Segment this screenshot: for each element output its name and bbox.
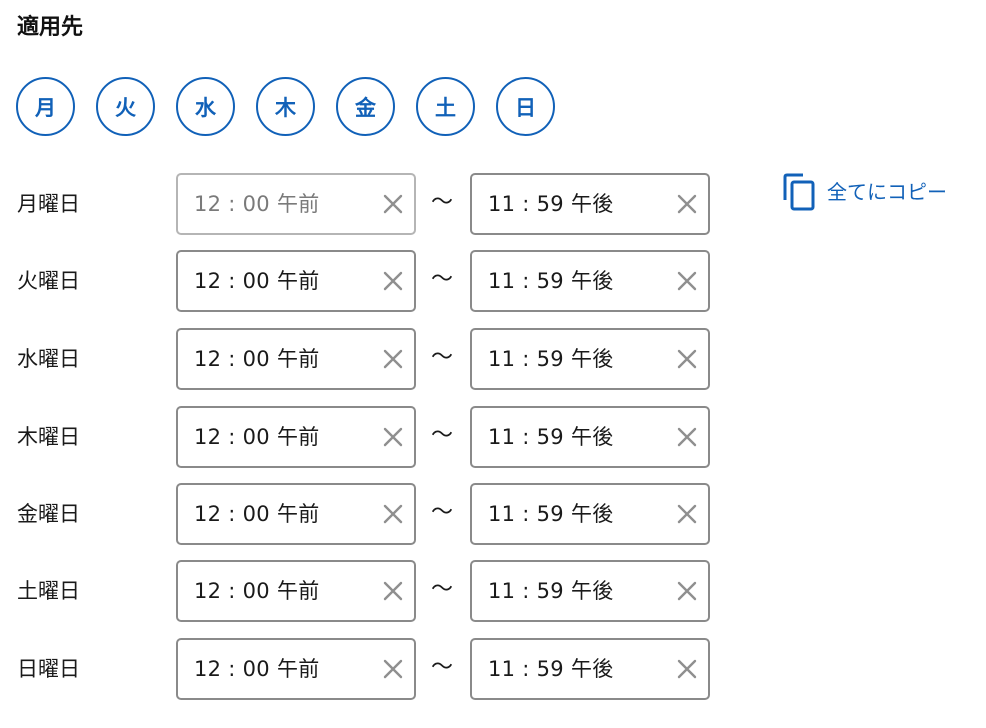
end-time-field[interactable]: 11 : 59 午後	[470, 173, 710, 235]
range-separator: 〜	[431, 423, 454, 448]
schedule-row-wed: 水曜日 12 : 00 午前 〜 11 : 59 午後	[0, 328, 986, 390]
clear-icon[interactable]	[674, 501, 700, 527]
start-time-field[interactable]: 12 : 00 午前	[176, 250, 416, 312]
clear-icon[interactable]	[674, 346, 700, 372]
start-time-field[interactable]: 12 : 00 午前	[176, 483, 416, 545]
day-label: 月曜日	[17, 192, 80, 216]
end-time-value: 11 : 59 午後	[488, 425, 614, 449]
start-time-field[interactable]: 12 : 00 午前	[176, 406, 416, 468]
clear-icon[interactable]	[674, 191, 700, 217]
day-button-sun[interactable]: 日	[496, 77, 555, 136]
range-separator: 〜	[431, 190, 454, 215]
start-time-value: 12 : 00 午前	[194, 502, 320, 526]
schedule-row-sun: 日曜日 12 : 00 午前 〜 11 : 59 午後	[0, 638, 986, 700]
schedule-row-sat: 土曜日 12 : 00 午前 〜 11 : 59 午後	[0, 560, 986, 622]
start-time-value: 12 : 00 午前	[194, 579, 320, 603]
day-label: 金曜日	[17, 502, 80, 526]
end-time-field[interactable]: 11 : 59 午後	[470, 560, 710, 622]
start-time-field[interactable]: 12 : 00 午前	[176, 173, 416, 235]
clear-icon[interactable]	[674, 268, 700, 294]
range-separator: 〜	[431, 577, 454, 602]
end-time-field[interactable]: 11 : 59 午後	[470, 638, 710, 700]
clear-icon[interactable]	[380, 268, 406, 294]
start-time-field[interactable]: 12 : 00 午前	[176, 328, 416, 390]
range-separator: 〜	[431, 345, 454, 370]
clear-icon[interactable]	[380, 656, 406, 682]
end-time-value: 11 : 59 午後	[488, 502, 614, 526]
day-button-thu[interactable]: 木	[256, 77, 315, 136]
start-time-value: 12 : 00 午前	[194, 657, 320, 681]
clear-icon[interactable]	[674, 656, 700, 682]
day-button-sat[interactable]: 土	[416, 77, 475, 136]
day-label: 土曜日	[17, 579, 80, 603]
clear-icon[interactable]	[674, 424, 700, 450]
range-separator: 〜	[431, 267, 454, 292]
clear-icon[interactable]	[380, 346, 406, 372]
end-time-value: 11 : 59 午後	[488, 192, 614, 216]
end-time-value: 11 : 59 午後	[488, 579, 614, 603]
day-button-fri[interactable]: 金	[336, 77, 395, 136]
clear-icon[interactable]	[380, 578, 406, 604]
end-time-field[interactable]: 11 : 59 午後	[470, 250, 710, 312]
clear-icon[interactable]	[380, 501, 406, 527]
end-time-value: 11 : 59 午後	[488, 347, 614, 371]
day-label: 火曜日	[17, 269, 80, 293]
schedule-row-mon: 月曜日 12 : 00 午前 〜 11 : 59 午後	[0, 173, 986, 235]
end-time-field[interactable]: 11 : 59 午後	[470, 328, 710, 390]
end-time-value: 11 : 59 午後	[488, 657, 614, 681]
day-label: 日曜日	[17, 657, 80, 681]
range-separator: 〜	[431, 655, 454, 680]
section-title: 適用先	[17, 15, 84, 40]
start-time-value: 12 : 00 午前	[194, 269, 320, 293]
start-time-field[interactable]: 12 : 00 午前	[176, 638, 416, 700]
end-time-field[interactable]: 11 : 59 午後	[470, 483, 710, 545]
clear-icon[interactable]	[380, 424, 406, 450]
end-time-value: 11 : 59 午後	[488, 269, 614, 293]
end-time-field[interactable]: 11 : 59 午後	[470, 406, 710, 468]
schedule-row-tue: 火曜日 12 : 00 午前 〜 11 : 59 午後	[0, 250, 986, 312]
day-label: 水曜日	[17, 347, 80, 371]
clear-icon[interactable]	[674, 578, 700, 604]
schedule-row-thu: 木曜日 12 : 00 午前 〜 11 : 59 午後	[0, 406, 986, 468]
schedule-row-fri: 金曜日 12 : 00 午前 〜 11 : 59 午後	[0, 483, 986, 545]
day-button-mon[interactable]: 月	[16, 77, 75, 136]
start-time-field[interactable]: 12 : 00 午前	[176, 560, 416, 622]
day-button-tue[interactable]: 火	[96, 77, 155, 136]
start-time-value: 12 : 00 午前	[194, 192, 320, 216]
clear-icon[interactable]	[380, 191, 406, 217]
start-time-value: 12 : 00 午前	[194, 347, 320, 371]
start-time-value: 12 : 00 午前	[194, 425, 320, 449]
range-separator: 〜	[431, 500, 454, 525]
day-button-wed[interactable]: 水	[176, 77, 235, 136]
day-label: 木曜日	[17, 425, 80, 449]
